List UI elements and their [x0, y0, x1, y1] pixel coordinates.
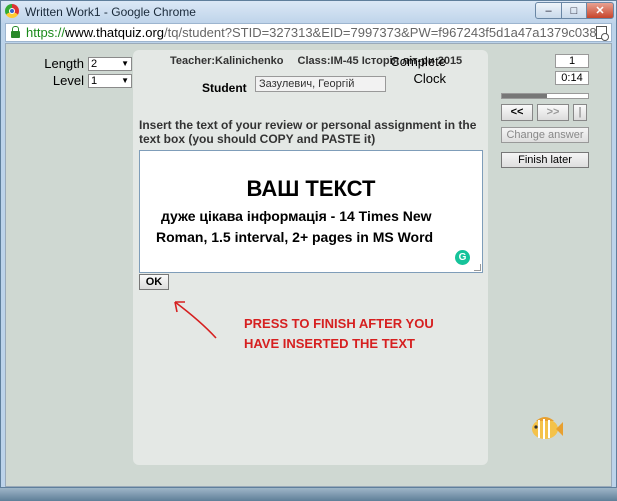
desktop-taskbar — [0, 488, 617, 501]
lock-icon — [11, 26, 20, 38]
level-label: Level — [52, 73, 84, 88]
level-select[interactable]: 1 ▼ — [88, 73, 132, 88]
answer-textarea[interactable]: ВАШ ТЕКСТ дуже цікава інформація - 14 Ti… — [139, 150, 483, 273]
chevron-down-icon: ▼ — [121, 58, 129, 68]
ok-button[interactable]: OK — [139, 274, 169, 290]
finish-hint: PRESS TO FINISH AFTER YOU HAVE INSERTED … — [244, 316, 434, 351]
length-label: Length — [44, 56, 84, 71]
page-content: Length 2 ▼ Level 1 ▼ Teacher:Kalinichenk… — [5, 43, 612, 487]
url-path: /tq/student?STID=327313&EID=7997373&PW=f… — [164, 25, 596, 40]
instructions-text: Insert the text of your review or person… — [139, 118, 477, 146]
teacher-name: Teacher:Kalinichenko — [170, 55, 284, 67]
grammarly-icon[interactable]: G — [455, 250, 470, 265]
complete-label: Complete — [390, 54, 446, 69]
window-title: Written Work1 - Google Chrome — [25, 5, 196, 19]
title-bar[interactable]: Written Work1 - Google Chrome – □ ✕ — [1, 1, 616, 23]
textbox-heading: ВАШ ТЕКСТ — [246, 176, 376, 201]
red-arrow-icon — [174, 301, 217, 339]
clock-label: Clock — [413, 71, 446, 86]
quiz-settings: Length 2 ▼ Level 1 ▼ — [42, 55, 132, 89]
level-row: Level 1 ▼ — [42, 72, 132, 89]
next-button[interactable]: >> — [537, 104, 569, 121]
chrome-logo-icon — [5, 4, 19, 18]
progress-fill — [502, 94, 547, 98]
previous-button[interactable]: << — [501, 104, 533, 121]
level-value: 1 — [91, 74, 98, 87]
fish-logo-icon — [532, 417, 563, 439]
address-bar[interactable]: https://www.thatquiz.org/tq/student?STID… — [5, 23, 612, 42]
length-value: 2 — [91, 57, 98, 70]
length-select[interactable]: 2 ▼ — [88, 56, 132, 71]
resize-handle-icon[interactable] — [474, 264, 481, 271]
change-answer-button[interactable]: Change answer — [501, 127, 589, 143]
clock-value: 0:14 — [555, 71, 589, 85]
finish-later-button[interactable]: Finish later — [501, 152, 589, 168]
close-button[interactable]: ✕ — [586, 2, 614, 19]
student-name-field: Зазулевич, Георгій — [255, 76, 386, 92]
length-row: Length 2 ▼ — [42, 55, 132, 72]
chevron-down-icon: ▼ — [121, 75, 129, 85]
url-text[interactable]: https://www.thatquiz.org/tq/student?STID… — [26, 25, 596, 40]
assignment-panel: Teacher:Kalinichenko Class:IM-45 Історія … — [133, 50, 488, 465]
progress-bar — [501, 93, 589, 99]
student-label: Student — [202, 81, 247, 95]
url-scheme: https:// — [26, 25, 66, 40]
end-button[interactable]: | — [573, 104, 587, 121]
textbox-line-1: дуже цікава інформація - 14 Times New — [161, 208, 432, 224]
complete-value: 1 — [555, 54, 589, 68]
url-host: www.thatquiz.org — [65, 25, 165, 40]
textbox-line-2: Roman, 1.5 interval, 2+ pages in MS Word — [156, 229, 434, 245]
minimize-button[interactable]: – — [535, 2, 562, 19]
browser-window: Written Work1 - Google Chrome – □ ✕ http… — [0, 0, 617, 488]
page-info-icon[interactable] — [596, 26, 609, 41]
maximize-button[interactable]: □ — [561, 2, 587, 19]
